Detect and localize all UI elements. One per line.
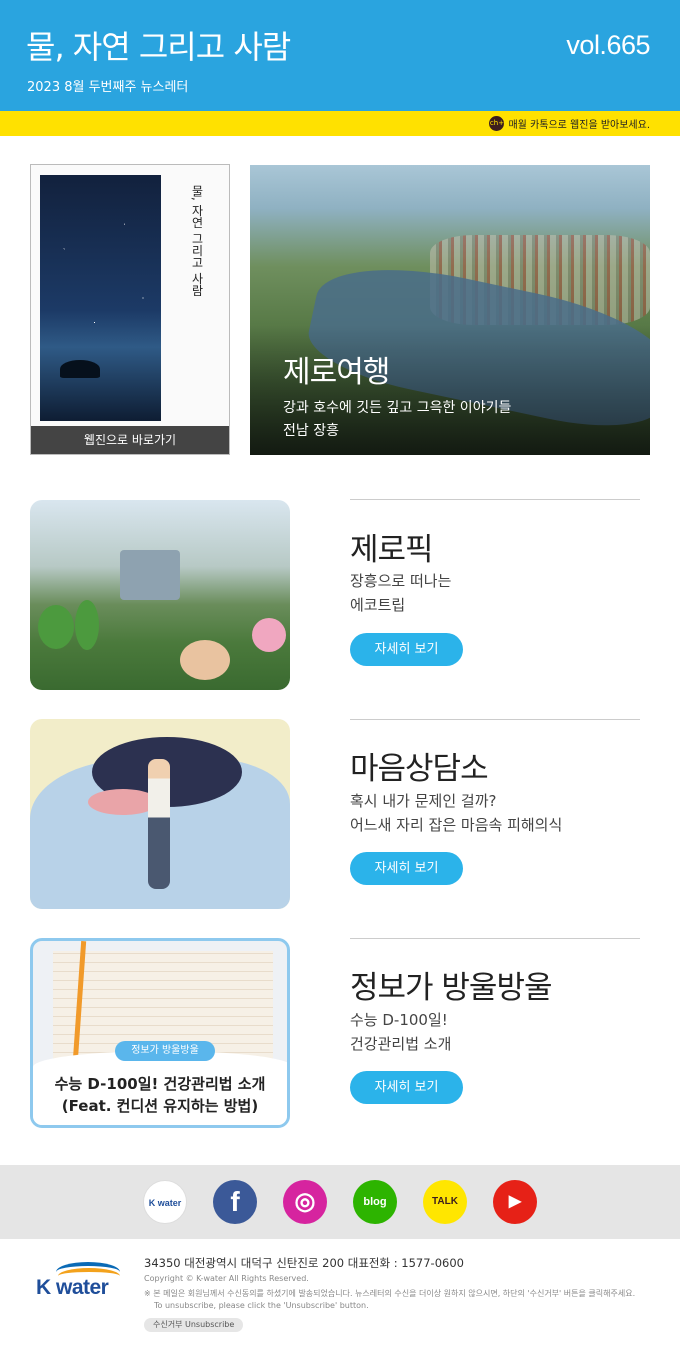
info-bubble-more-button[interactable]: 자세히 보기 xyxy=(350,1071,463,1104)
mind-counseling-desc-line2: 어느새 자리 잡은 마음속 피해의식 xyxy=(350,816,563,834)
kakaotalk-icon[interactable]: TALK xyxy=(423,1180,467,1224)
banner-desc-line2: 전남 장흥 xyxy=(283,423,339,439)
info-bubble-title: 정보가 방울방울 xyxy=(350,970,552,1006)
footer-copyright: Copyright © K-water All Rights Reserved. xyxy=(144,1274,309,1283)
kakao-notice-text: 매월 카톡으로 웹진을 받아보세요. xyxy=(508,120,650,131)
mind-counseling-desc-line1: 혹시 내가 문제인 걸까? xyxy=(350,792,497,810)
webzine-cover-link[interactable]: 물, 자연 그리고 사람 웹진으로 바로가기 xyxy=(30,164,230,455)
info-bubble-desc-line1: 수능 D-100일! xyxy=(350,1011,448,1029)
mind-counseling-image[interactable] xyxy=(30,719,290,909)
image-tag: 정보가 방울방울 xyxy=(115,1041,215,1061)
image-caption-line1: 수능 D-100일! 건강관리법 소개 xyxy=(54,1075,266,1093)
mind-counseling-title: 마음상담소 xyxy=(350,751,489,787)
stars-decoration xyxy=(40,175,161,421)
newsletter-subtitle: 2023 8월 두번째주 뉴스레터 xyxy=(27,80,189,95)
volume-number: vol.665 xyxy=(566,30,650,60)
blog-icon[interactable]: blog xyxy=(353,1180,397,1224)
balloons-sticker xyxy=(252,618,286,652)
zero-pick-more-button[interactable]: 자세히 보기 xyxy=(350,633,463,666)
info-bubble-image[interactable]: 정보가 방울방울 수능 D-100일! 건강관리법 소개 (Feat. 컨디션 … xyxy=(30,938,290,1128)
instagram-icon[interactable]: ◎ xyxy=(283,1180,327,1224)
zero-pick-title: 제로픽 xyxy=(350,532,434,568)
zero-travel-banner[interactable]: 제로여행 강과 호수에 깃든 깊고 그윽한 이야기들 전남 장흥 xyxy=(250,165,650,455)
kwater-logo: K water xyxy=(36,1262,126,1306)
section-divider xyxy=(350,719,640,720)
banner-desc-line1: 강과 호수에 깃든 깊고 그윽한 이야기들 xyxy=(283,400,512,416)
cover-vertical-title: 물, 자연 그리고 사람 xyxy=(190,185,204,297)
logo-text: K water xyxy=(36,1276,109,1299)
info-bubble-desc-line2: 건강관리법 소개 xyxy=(350,1035,452,1053)
island-silhouette xyxy=(60,360,100,378)
zero-pick-desc-line2: 에코트립 xyxy=(350,596,406,614)
kakao-channel-icon: ch+ xyxy=(489,116,505,131)
section-divider xyxy=(350,499,640,500)
webzine-go-button[interactable]: 웹진으로 바로가기 xyxy=(31,426,229,454)
footer-address: 34350 대전광역시 대덕구 신탄진로 200 대표전화 : 1577-060… xyxy=(144,1256,464,1270)
newsletter-title: 물, 자연 그리고 사람 xyxy=(26,28,291,66)
zero-pick-image[interactable] xyxy=(30,500,290,690)
person-illustration xyxy=(148,759,170,889)
mind-counseling-more-button[interactable]: 자세히 보기 xyxy=(350,852,463,885)
building-illustration xyxy=(120,550,180,600)
kakao-notice-link[interactable]: ch+ 매월 카톡으로 웹진을 받아보세요. xyxy=(489,116,650,131)
family-sticker xyxy=(180,640,230,680)
tree-sticker xyxy=(38,605,74,649)
footer-notice-en: To unsubscribe, please click the 'Unsubs… xyxy=(154,1301,369,1310)
cover-night-sky-image xyxy=(40,175,161,421)
unsubscribe-button[interactable]: 수신거부 Unsubscribe xyxy=(144,1318,244,1332)
banner-title: 제로여행 xyxy=(283,355,390,390)
tree-sticker xyxy=(75,600,99,650)
facebook-icon[interactable]: f xyxy=(213,1180,257,1224)
footer-notice: ※ 본 메일은 회원님께서 수신동의를 하셨기에 발송되었습니다. 뉴스레터의 … xyxy=(144,1289,636,1298)
kwater-icon[interactable]: K water xyxy=(143,1180,187,1224)
zero-pick-desc-line1: 장흥으로 떠나는 xyxy=(350,572,452,590)
image-caption-line2: (Feat. 컨디션 유지하는 방법) xyxy=(61,1097,259,1115)
section-divider xyxy=(350,938,640,939)
youtube-icon[interactable]: ▶ xyxy=(493,1180,537,1224)
social-links-bar: K water f ◎ blog TALK ▶ xyxy=(0,1165,680,1239)
newsletter-header: 물, 자연 그리고 사람 2023 8월 두번째주 뉴스레터 vol.665 xyxy=(0,0,680,111)
